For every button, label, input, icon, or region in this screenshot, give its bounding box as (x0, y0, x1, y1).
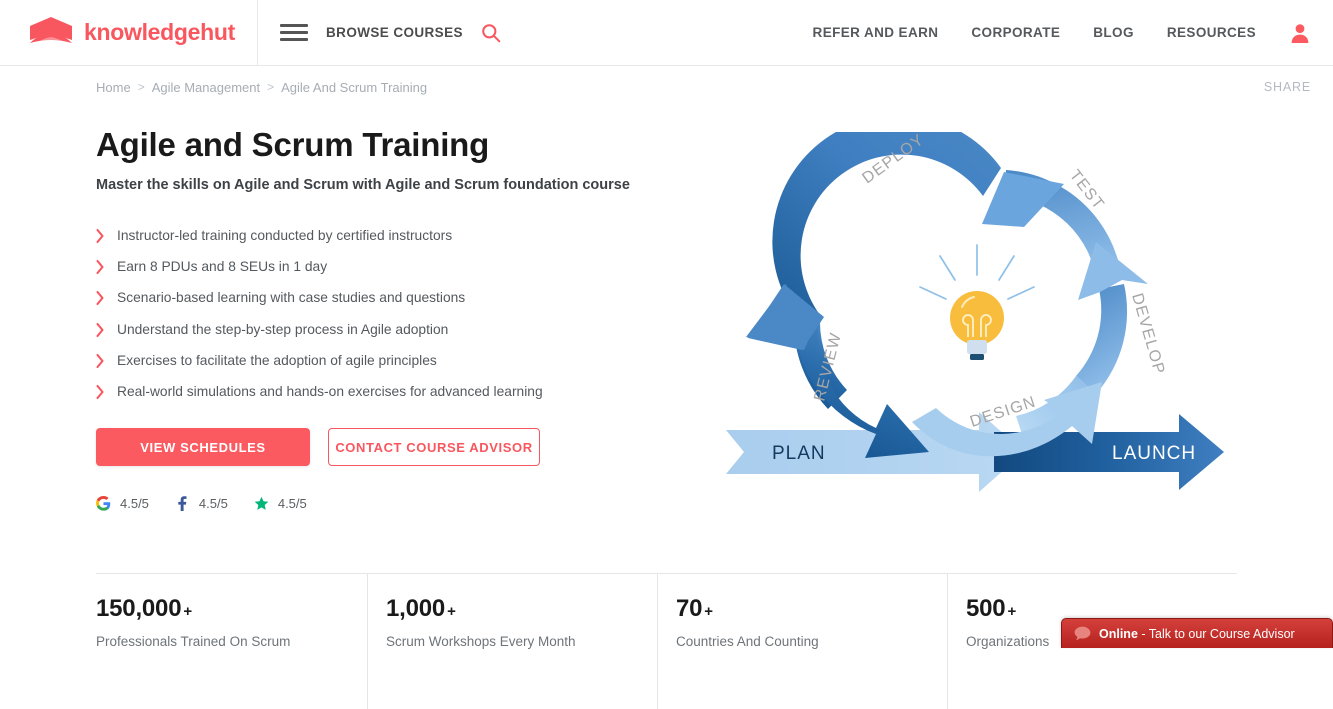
rating-facebook[interactable]: 4.5/5 (175, 496, 228, 511)
rating-value: 4.5/5 (120, 496, 149, 511)
breadcrumb-item-current: Agile And Scrum Training (281, 80, 427, 95)
stat-countries: 70 + Countries And Counting (657, 574, 947, 649)
nav-item-corporate[interactable]: CORPORATE (971, 25, 1060, 40)
browse-courses-group: BROWSE COURSES (258, 23, 501, 43)
lightbulb-icon (920, 245, 1034, 360)
stat-suffix: + (704, 603, 713, 620)
browse-courses-label[interactable]: BROWSE COURSES (326, 25, 463, 40)
feature-text: Understand the step-by-step process in A… (117, 321, 448, 338)
view-schedules-button[interactable]: VIEW SCHEDULES (96, 428, 310, 466)
primary-nav: REFER AND EARN CORPORATE BLOG RESOURCES (813, 22, 1333, 44)
stat-professionals-trained: 150,000 + Professionals Trained On Scrum (96, 574, 367, 649)
user-account-icon[interactable] (1289, 22, 1311, 44)
rating-google[interactable]: 4.5/5 (96, 496, 149, 511)
chat-message: - Talk to our Course Advisor (1138, 627, 1295, 641)
breadcrumb-bar: Home > Agile Management > Agile And Scru… (0, 66, 1333, 108)
stat-suffix: + (447, 603, 456, 620)
chevron-right-icon (96, 290, 105, 306)
stat-number: 70 (676, 595, 702, 623)
feature-list: Instructor-led training conducted by cer… (96, 227, 716, 400)
chevron-right-icon (96, 384, 105, 400)
chat-bubble-icon (1074, 626, 1091, 641)
page-subtitle: Master the skills on Agile and Scrum wit… (96, 177, 716, 193)
list-item: Exercises to facilitate the adoption of … (96, 352, 716, 369)
cta-row: VIEW SCHEDULES CONTACT COURSE ADVISOR (96, 428, 716, 466)
breadcrumb-separator: > (267, 80, 274, 94)
hero-section: Agile and Scrum Training Master the skil… (0, 108, 1333, 563)
site-header: knowledgehut BROWSE COURSES REFER AND EA… (0, 0, 1333, 66)
stat-label: Countries And Counting (676, 634, 947, 649)
rating-trustpilot[interactable]: 4.5/5 (254, 496, 307, 511)
chat-status: Online (1099, 627, 1138, 641)
list-item: Scenario-based learning with case studie… (96, 289, 716, 306)
facebook-f-icon (175, 496, 190, 511)
launch-label: LAUNCH (1112, 443, 1196, 464)
stat-number-wrap: 150,000 + (96, 595, 367, 623)
hamburger-icon[interactable] (280, 24, 308, 41)
list-item: Understand the step-by-step process in A… (96, 321, 716, 338)
hero-content: Agile and Scrum Training Master the skil… (96, 126, 716, 563)
stat-suffix: + (183, 603, 192, 620)
agile-lifecycle-diagram: PLAN LAUNCH (724, 132, 1244, 492)
contact-course-advisor-button[interactable]: CONTACT COURSE ADVISOR (328, 428, 540, 466)
stat-number-wrap: 70 + (676, 595, 947, 623)
list-item: Instructor-led training conducted by cer… (96, 227, 716, 244)
site-logo[interactable]: knowledgehut (0, 0, 235, 65)
chat-widget-text: Online - Talk to our Course Advisor (1099, 627, 1295, 641)
stat-label: Professionals Trained On Scrum (96, 634, 367, 649)
stat-suffix: + (1007, 603, 1016, 620)
feature-text: Instructor-led training conducted by cer… (117, 227, 452, 244)
knowledgehut-logo-icon (28, 16, 74, 50)
chevron-right-icon (96, 322, 105, 338)
stat-label: Scrum Workshops Every Month (386, 634, 657, 649)
brand-name: knowledgehut (84, 19, 235, 46)
rating-value: 4.5/5 (199, 496, 228, 511)
chevron-right-icon (96, 228, 105, 244)
feature-text: Real-world simulations and hands-on exer… (117, 383, 543, 400)
stat-number: 1,000 (386, 595, 445, 623)
page-title: Agile and Scrum Training (96, 126, 716, 164)
star-icon (254, 496, 269, 511)
feature-text: Earn 8 PDUs and 8 SEUs in 1 day (117, 258, 327, 275)
breadcrumb: Home > Agile Management > Agile And Scru… (96, 80, 427, 95)
nav-item-resources[interactable]: RESOURCES (1167, 25, 1256, 40)
stat-workshops: 1,000 + Scrum Workshops Every Month (367, 574, 657, 649)
cycle-label-develop: DEVELOP (1128, 291, 1167, 376)
stat-number: 500 (966, 595, 1005, 623)
list-item: Real-world simulations and hands-on exer… (96, 383, 716, 400)
stat-number-wrap: 1,000 + (386, 595, 657, 623)
rating-value: 4.5/5 (278, 496, 307, 511)
stat-number: 150,000 (96, 595, 181, 623)
plan-label: PLAN (772, 443, 826, 464)
ratings-row: 4.5/5 4.5/5 4.5/5 (96, 496, 716, 511)
search-icon[interactable] (481, 23, 501, 43)
develop-arc (1076, 284, 1127, 394)
breadcrumb-item-home[interactable]: Home (96, 80, 131, 95)
breadcrumb-separator: > (138, 80, 145, 94)
nav-item-refer-and-earn[interactable]: REFER AND EARN (813, 25, 939, 40)
share-button[interactable]: SHARE (1264, 80, 1311, 94)
live-chat-widget[interactable]: Online - Talk to our Course Advisor (1061, 618, 1333, 648)
chevron-right-icon (96, 259, 105, 275)
breadcrumb-item-agile-management[interactable]: Agile Management (152, 80, 260, 95)
list-item: Earn 8 PDUs and 8 SEUs in 1 day (96, 258, 716, 275)
nav-item-blog[interactable]: BLOG (1093, 25, 1134, 40)
hero-illustration: PLAN LAUNCH (716, 126, 1311, 563)
feature-text: Exercises to facilitate the adoption of … (117, 352, 437, 369)
chevron-right-icon (96, 353, 105, 369)
feature-text: Scenario-based learning with case studie… (117, 289, 465, 306)
google-g-icon (96, 496, 111, 511)
